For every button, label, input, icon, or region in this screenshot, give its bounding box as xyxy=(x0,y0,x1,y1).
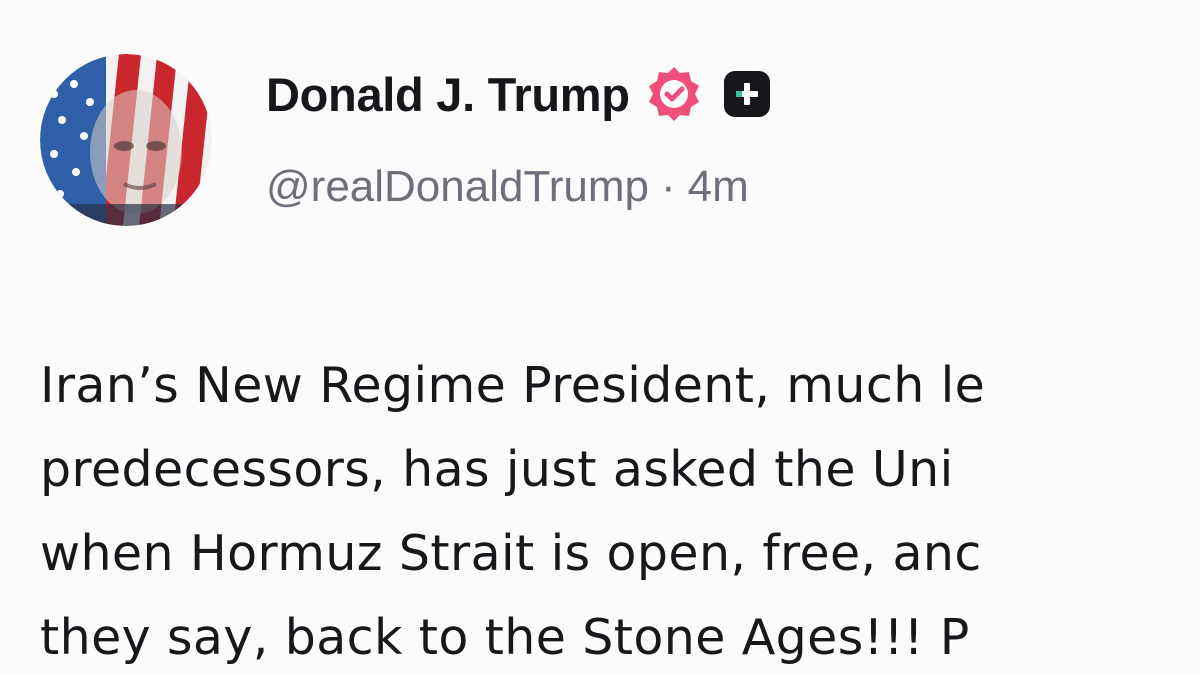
post-text-line: Iran’s New Regime President, much le xyxy=(40,357,986,414)
verified-badge-icon xyxy=(644,64,704,124)
post-text-line: predecessors, has just asked the Uni xyxy=(40,441,954,498)
post-body: Iran’s New Regime President, much le pre… xyxy=(40,344,1200,675)
author-name-row: Donald J. Trump xyxy=(266,62,772,126)
author-display-name[interactable]: Donald J. Trump xyxy=(266,67,630,122)
meta-separator: · xyxy=(660,162,676,211)
post-text-line: when Hormuz Strait is open, free, anc xyxy=(40,525,982,582)
post-text-line: they say, back to the Stone Ages!!! P xyxy=(40,609,970,666)
author-handle[interactable]: @realDonaldTrump xyxy=(266,162,649,211)
author-meta-row: @realDonaldTrump · 4m xyxy=(266,162,749,212)
flag-portrait-icon xyxy=(40,54,212,226)
truth-plus-icon xyxy=(722,69,772,119)
post-timestamp[interactable]: 4m xyxy=(688,162,749,211)
author-avatar[interactable] xyxy=(40,54,212,226)
truth-post: Donald J. Trump @realDonaldTrump · 4m Iran… xyxy=(0,0,1200,675)
